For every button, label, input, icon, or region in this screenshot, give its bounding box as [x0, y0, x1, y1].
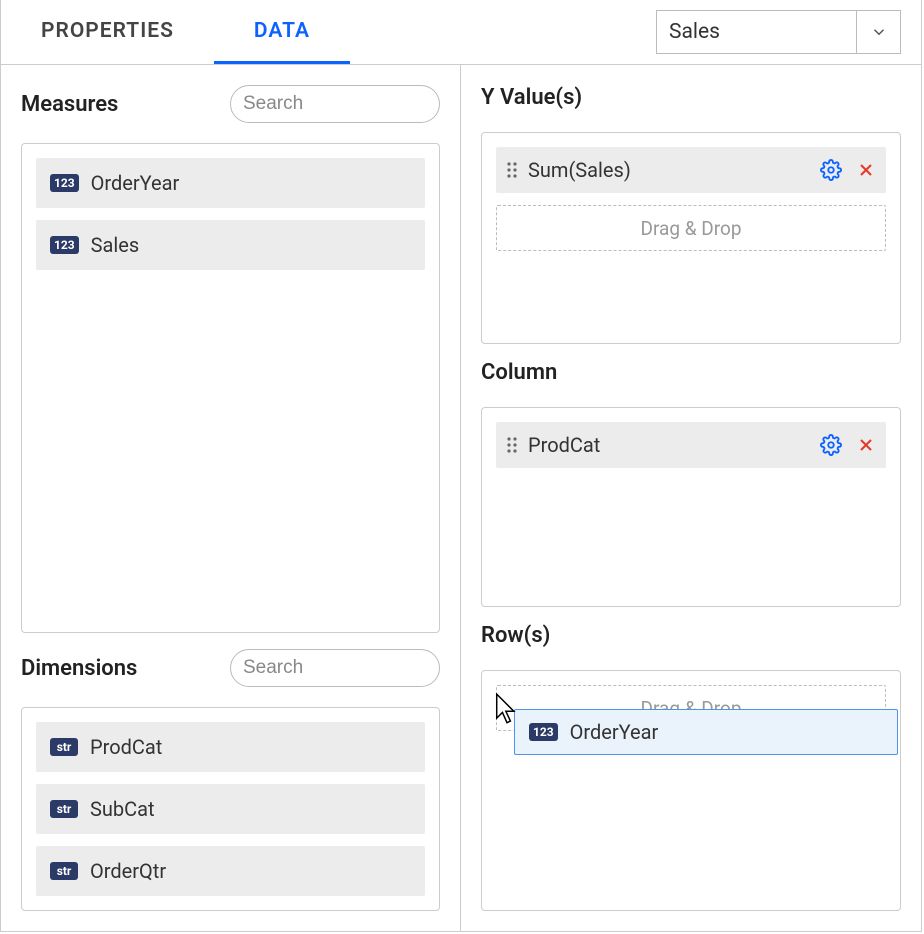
measure-label: OrderYear: [91, 171, 180, 195]
dimension-item[interactable]: str ProdCat: [36, 722, 425, 772]
tab-bar: Properties Data: [1, 0, 350, 64]
string-type-icon: str: [50, 862, 78, 880]
gear-icon[interactable]: [820, 434, 842, 456]
measure-label: Sales: [91, 233, 140, 257]
string-type-icon: str: [50, 738, 78, 756]
dataset-dropdown[interactable]: Sales: [656, 10, 901, 54]
numeric-type-icon: 123: [50, 236, 79, 254]
numeric-type-icon: 123: [529, 723, 558, 741]
top-bar: Properties Data Sales: [1, 0, 921, 65]
drag-handle-icon[interactable]: [506, 436, 518, 454]
measures-list: 123 OrderYear 123 Sales: [21, 143, 440, 633]
rows-dropzone[interactable]: Drag & Drop 123 OrderYear: [481, 670, 901, 911]
column-dropzone[interactable]: ProdCat: [481, 407, 901, 607]
measure-item[interactable]: 123 Sales: [36, 220, 425, 270]
measure-item[interactable]: 123 OrderYear: [36, 158, 425, 208]
dimension-item[interactable]: str SubCat: [36, 784, 425, 834]
string-type-icon: str: [50, 800, 78, 818]
dimensions-search-input[interactable]: [243, 657, 461, 679]
y-values-empty-slot[interactable]: Drag & Drop: [496, 205, 886, 251]
column-chip-label: ProdCat: [528, 433, 810, 457]
close-icon[interactable]: [856, 435, 876, 455]
close-icon[interactable]: [856, 160, 876, 180]
dimensions-header: Dimensions: [21, 649, 440, 687]
measures-search[interactable]: [230, 85, 440, 123]
column-title: Column: [481, 360, 901, 385]
tab-data[interactable]: Data: [214, 0, 350, 64]
dimension-label: ProdCat: [90, 735, 162, 759]
column-chip[interactable]: ProdCat: [496, 422, 886, 468]
dimension-label: SubCat: [90, 797, 155, 821]
gear-icon[interactable]: [820, 159, 842, 181]
dimensions-search[interactable]: [230, 649, 440, 687]
y-value-chip[interactable]: Sum(Sales): [496, 147, 886, 193]
dataset-dropdown-label: Sales: [657, 20, 856, 44]
tab-properties[interactable]: Properties: [1, 0, 214, 64]
drag-handle-icon[interactable]: [506, 161, 518, 179]
dimensions-title: Dimensions: [21, 656, 137, 681]
y-values-dropzone[interactable]: Sum(Sales) Drag & Drop: [481, 132, 901, 344]
dimensions-list: str ProdCat str SubCat str OrderQtr: [21, 707, 440, 911]
dimension-item[interactable]: str OrderQtr: [36, 846, 425, 896]
bindings-panel: Y Value(s) Sum(Sales) Drag & Drop: [461, 65, 921, 931]
measures-search-input[interactable]: [243, 93, 461, 115]
numeric-type-icon: 123: [50, 174, 79, 192]
measures-header: Measures: [21, 85, 440, 123]
chevron-down-icon: [856, 11, 900, 53]
y-values-title: Y Value(s): [481, 85, 901, 110]
rows-title: Row(s): [481, 623, 901, 648]
drag-preview-chip[interactable]: 123 OrderYear: [514, 709, 898, 755]
measures-title: Measures: [21, 92, 118, 117]
drag-preview-label: OrderYear: [570, 720, 659, 744]
fields-panel: Measures 123 OrderYear 123 Sales Dimensi: [1, 65, 461, 931]
dimension-label: OrderQtr: [90, 859, 166, 883]
y-value-chip-label: Sum(Sales): [528, 158, 810, 182]
